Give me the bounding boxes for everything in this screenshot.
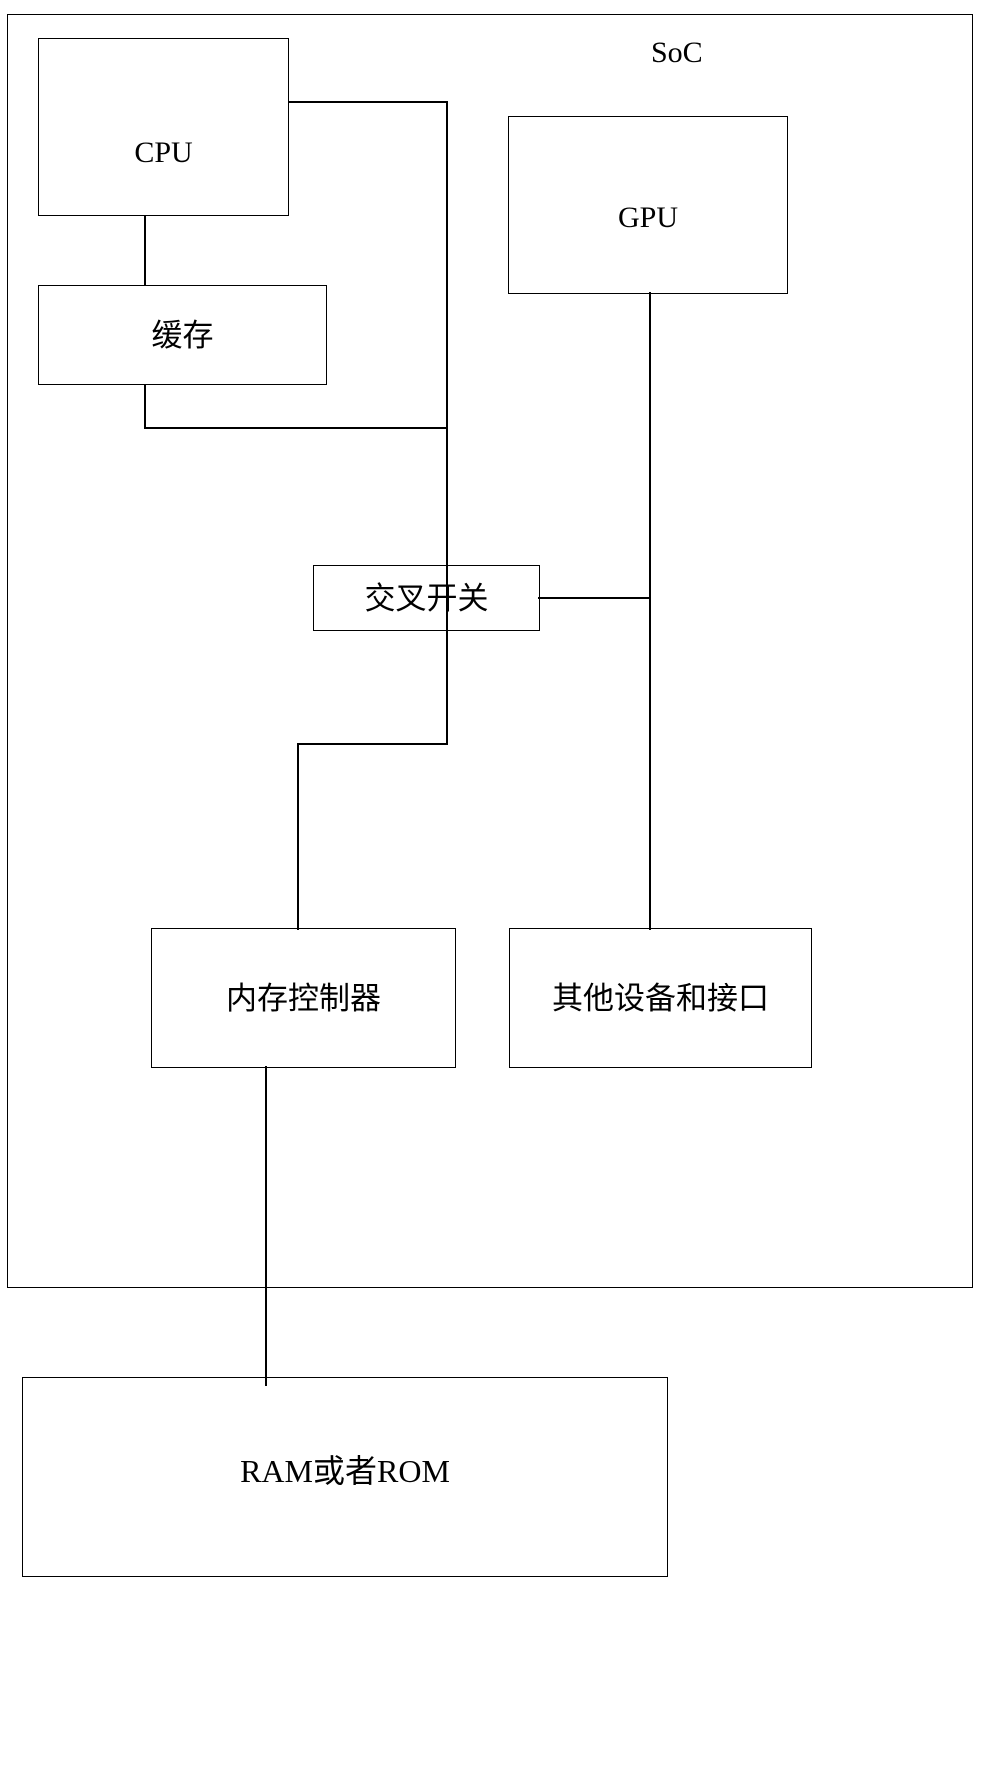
block-other-devices-and-interfaces-label: 其他设备和接口 [552, 980, 769, 1016]
wire-cpu-to-crossbar-horizontal [288, 101, 448, 103]
block-cache[interactable]: 缓存 [38, 285, 327, 385]
wire-crossbar-to-memory-controller-horizontal [297, 743, 448, 745]
block-ram-or-rom[interactable]: RAM或者ROM [22, 1377, 668, 1577]
block-gpu-label: GPU [617, 201, 678, 234]
block-gpu[interactable]: GPU [508, 116, 788, 294]
wire-cache-down [144, 384, 146, 429]
wire-memory-controller-riser [297, 743, 299, 930]
wire-cpu-to-crossbar-vertical [446, 101, 448, 598]
block-other-devices-and-interfaces[interactable]: 其他设备和接口 [509, 928, 812, 1068]
diagram-canvas: SoC CPU 缓存 GPU 交叉开关 内存控制器 其他设备和接口 RAM或者R… [0, 0, 987, 1766]
block-cpu[interactable]: CPU [38, 38, 289, 216]
block-ram-or-rom-label: RAM或者ROM [240, 1453, 450, 1489]
wire-gpu-to-other-devices [649, 292, 651, 930]
soc-frame-label: SoC [651, 36, 703, 69]
wire-memory-controller-to-ram [265, 1066, 267, 1386]
wire-cache-to-crossbar-horizontal [144, 427, 448, 429]
block-memory-controller[interactable]: 内存控制器 [151, 928, 456, 1068]
block-cpu-label: CPU [134, 136, 193, 169]
block-cache-label: 缓存 [151, 317, 214, 353]
wire-crossbar-to-gpu-bus [538, 597, 651, 599]
wire-cpu-to-cache [144, 215, 146, 286]
block-memory-controller-label: 内存控制器 [226, 980, 381, 1016]
block-crossbar-switch-label: 交叉开关 [364, 580, 489, 616]
block-crossbar-switch[interactable]: 交叉开关 [313, 565, 540, 631]
